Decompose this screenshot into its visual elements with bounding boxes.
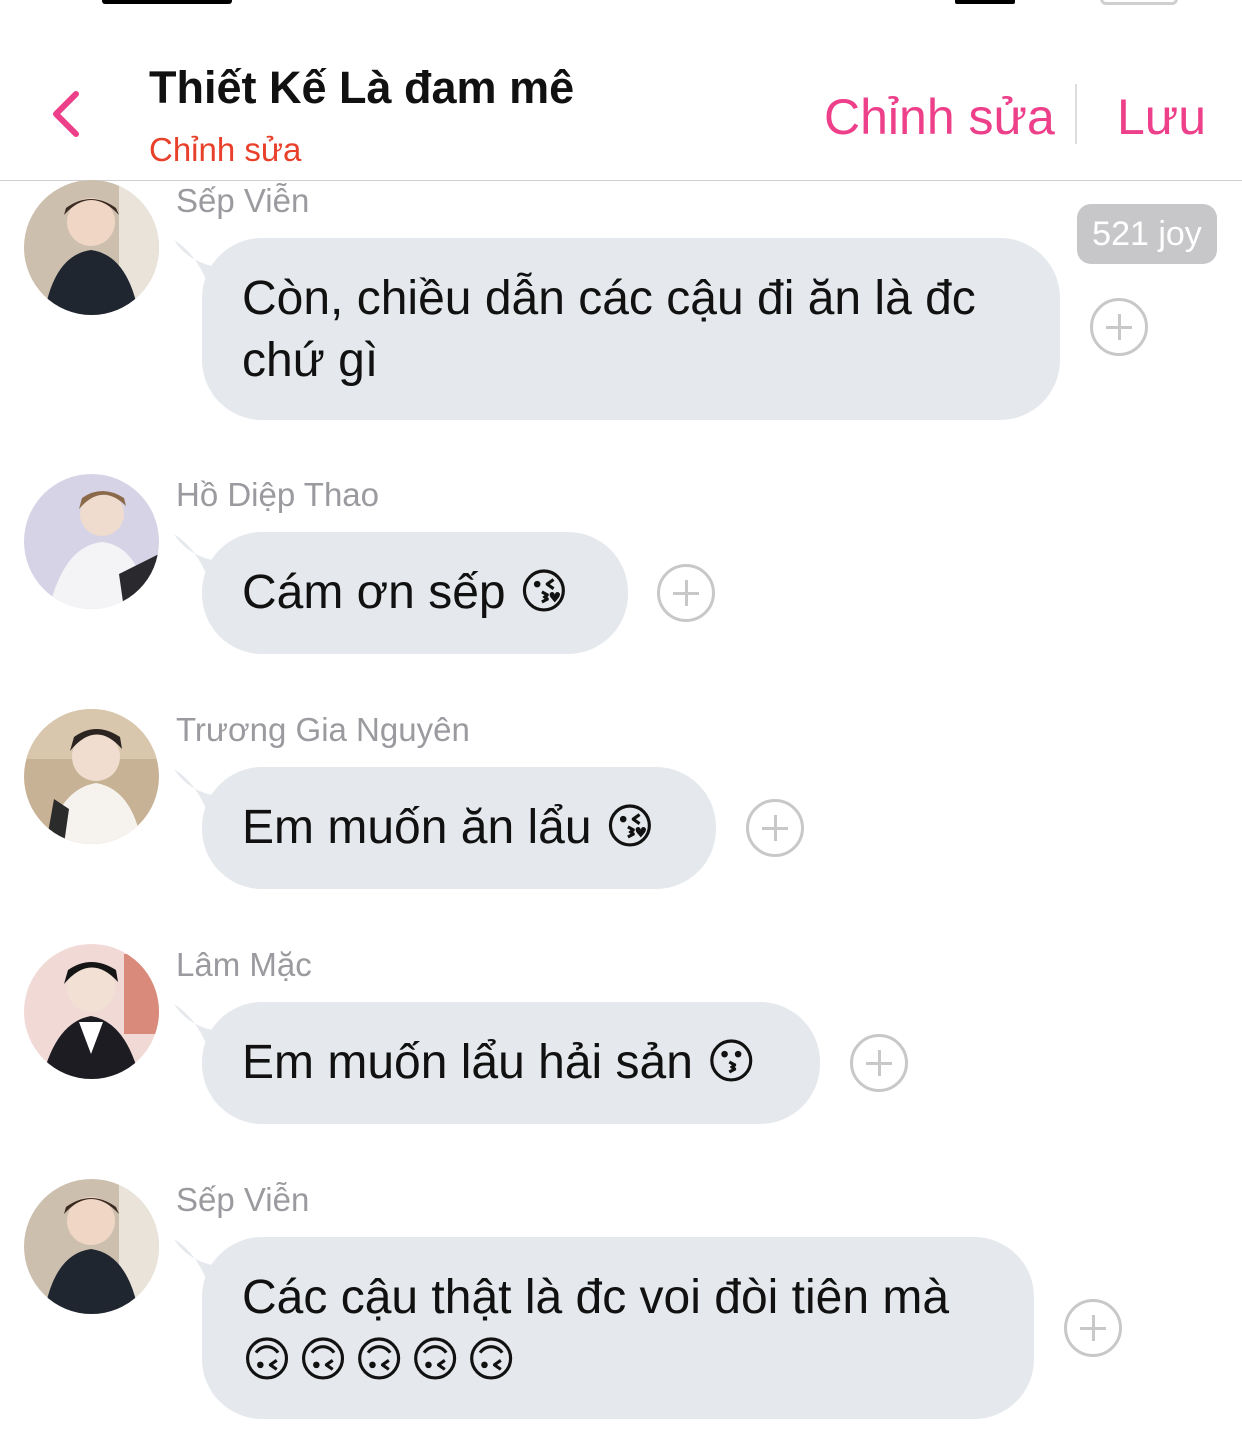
sender-name: Lâm Mặc bbox=[176, 946, 312, 983]
add-reaction-button[interactable] bbox=[1064, 1299, 1122, 1357]
add-reaction-button[interactable] bbox=[746, 799, 804, 857]
sender-name: Hồ Diệp Thao bbox=[176, 476, 380, 513]
message-emoji-line: 🙃🙃🙃🙃🙃 bbox=[242, 1332, 523, 1388]
chevron-left-icon bbox=[53, 91, 79, 137]
message-bubble[interactable]: Em muốn lẩu hải sản 😗 bbox=[202, 1002, 820, 1124]
message-text-line: Em muốn ăn lẩu 😘 bbox=[242, 801, 655, 854]
back-button[interactable] bbox=[40, 84, 100, 144]
chat-title: Thiết Kế Là đam mê bbox=[149, 62, 575, 113]
chat-header: Thiết Kế Là đam mê Chỉnh sửa Chỉnh sửa L… bbox=[0, 0, 1242, 181]
message-text-line: Em muốn lẩu hải sản 😗 bbox=[242, 1036, 757, 1089]
message-bubble[interactable]: Còn, chiều dẫn các cậu đi ăn là đc chứ g… bbox=[202, 238, 1060, 420]
avatar[interactable] bbox=[24, 180, 159, 315]
avatar[interactable] bbox=[24, 709, 159, 844]
sender-name: Sếp Viễn bbox=[176, 1181, 310, 1218]
message-text-line: chứ gì bbox=[242, 334, 379, 387]
avatar[interactable] bbox=[24, 944, 159, 1079]
add-reaction-button[interactable] bbox=[1090, 298, 1148, 356]
header-divider bbox=[1075, 84, 1077, 144]
message-text-line: Còn, chiều dẫn các cậu đi ăn là đc bbox=[242, 272, 976, 325]
avatar[interactable] bbox=[24, 1179, 159, 1314]
add-reaction-button[interactable] bbox=[850, 1034, 908, 1092]
sender-name: Trương Gia Nguyên bbox=[176, 711, 470, 748]
avatar[interactable] bbox=[24, 474, 159, 609]
message-bubble[interactable]: Các cậu thật là đc voi đòi tiên mà 🙃🙃🙃🙃🙃 bbox=[202, 1237, 1034, 1419]
message-bubble[interactable]: Em muốn ăn lẩu 😘 bbox=[202, 767, 716, 889]
add-reaction-button[interactable] bbox=[657, 564, 715, 622]
message-text-line: Cám ơn sếp 😘 bbox=[242, 566, 569, 619]
joy-badge: 521 joy bbox=[1077, 204, 1217, 264]
edit-button[interactable]: Chỉnh sửa bbox=[824, 88, 1055, 146]
sender-name: Sếp Viễn bbox=[176, 182, 310, 219]
message-bubble[interactable]: Cám ơn sếp 😘 bbox=[202, 532, 628, 654]
save-button[interactable]: Lưu bbox=[1117, 88, 1206, 146]
message-text-line: Các cậu thật là đc voi đòi tiên mà bbox=[242, 1271, 950, 1324]
chat-subtitle: Chỉnh sửa bbox=[149, 131, 302, 168]
